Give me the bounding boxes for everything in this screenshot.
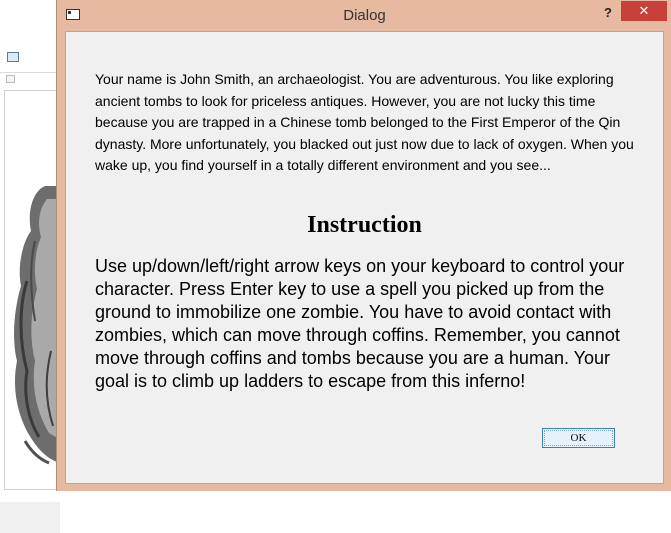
zombie-illustration xyxy=(14,186,57,465)
dialog-window: Dialog ? ✕ Your name is John Smith, an a… xyxy=(56,0,671,491)
story-text: Your name is John Smith, an archaeologis… xyxy=(95,71,634,173)
dialog-titlebar[interactable]: Dialog ? ✕ xyxy=(57,0,671,31)
ok-button[interactable]: OK xyxy=(542,428,615,448)
close-button[interactable]: ✕ xyxy=(621,1,667,21)
instruction-text: Use up/down/left/right arrow keys on you… xyxy=(95,256,625,391)
instruction-heading: Instruction xyxy=(307,212,422,238)
background-titlebar xyxy=(0,42,60,73)
status-strip xyxy=(0,502,60,533)
window-icon xyxy=(7,52,19,62)
dialog-title: Dialog xyxy=(343,7,386,24)
background-window xyxy=(0,42,61,533)
toolbar-icon[interactable] xyxy=(6,75,15,83)
dialog-content: Your name is John Smith, an archaeologis… xyxy=(65,31,664,484)
help-button[interactable]: ? xyxy=(597,4,619,22)
close-icon: ✕ xyxy=(638,3,650,18)
game-canvas xyxy=(4,90,58,490)
